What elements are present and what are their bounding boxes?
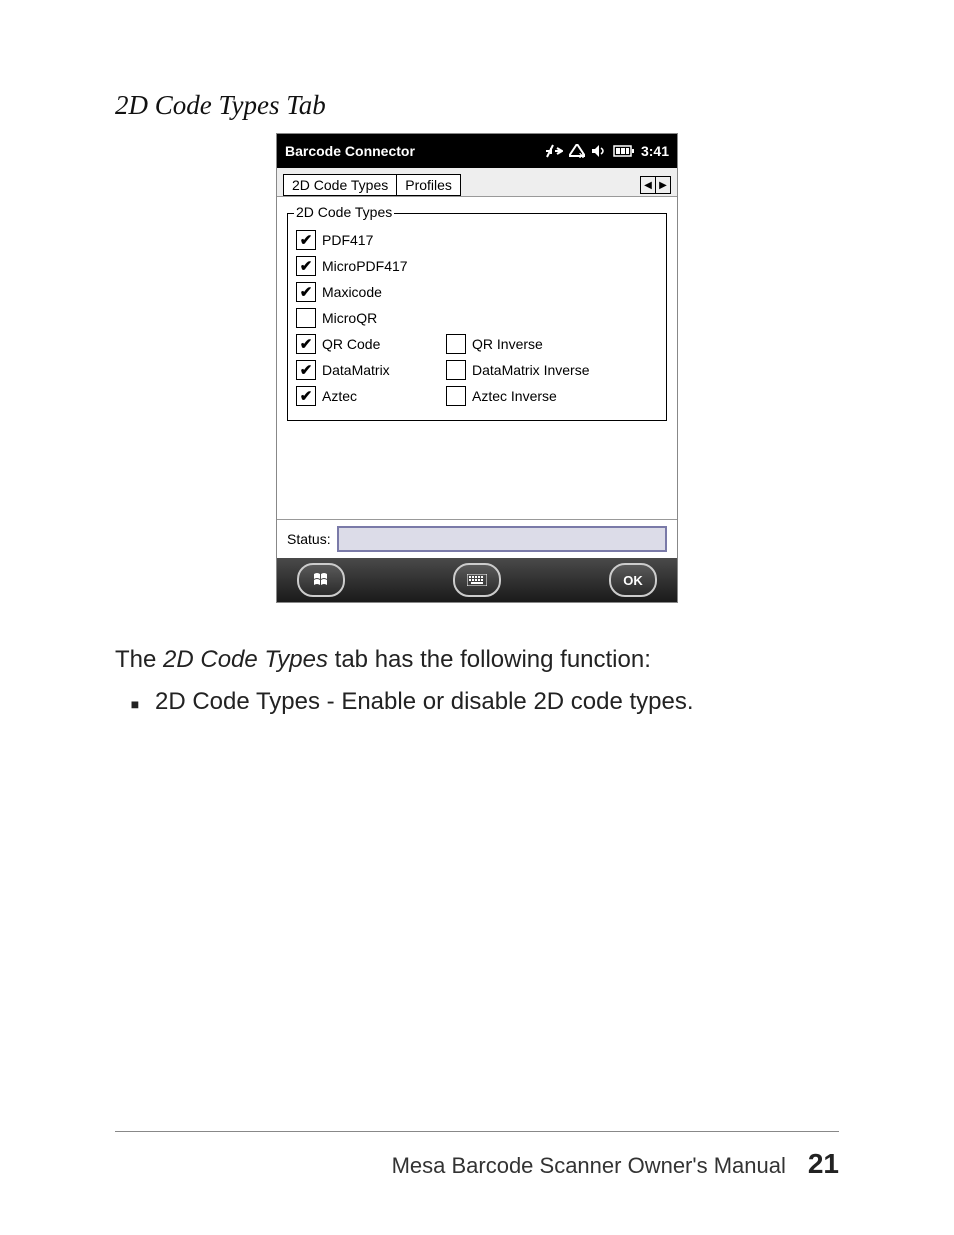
intro-suffix: tab has the following function: (328, 646, 651, 673)
battery-icon (613, 145, 635, 157)
groupbox-2d-code-types: 2D Code Types PDF417 MicroPDF417 (287, 213, 667, 421)
checkbox-label: Maxicode (322, 284, 382, 300)
start-button[interactable] (297, 563, 345, 597)
intro-text: The (115, 646, 163, 673)
checkbox-aztec-inverse[interactable] (446, 386, 466, 406)
intro-italic: 2D Code Types (163, 646, 328, 673)
checkbox-label: PDF417 (322, 232, 373, 248)
keyboard-button[interactable] (453, 563, 501, 597)
status-bar: Status: (277, 519, 677, 558)
device-screenshot: Barcode Connector x 3:41 2D Code Types P… (276, 133, 678, 603)
checkbox-qrcode[interactable] (296, 334, 316, 354)
page-footer: Mesa Barcode Scanner Owner's Manual 21 (115, 1131, 839, 1180)
list-item: ■ 2D Code Types - Enable or disable 2D c… (115, 685, 839, 719)
tab-scroll-right-icon[interactable]: ▶ (656, 177, 670, 193)
bullet-icon: ■ (115, 685, 155, 715)
ok-button[interactable]: OK (609, 563, 657, 597)
clock-time: 3:41 (641, 143, 669, 159)
windows-icon (312, 571, 330, 589)
checkbox-label: DataMatrix Inverse (472, 362, 589, 378)
status-icons-group: x 3:41 (545, 143, 669, 159)
window-titlebar: Barcode Connector x 3:41 (277, 134, 677, 168)
checkbox-qr-inverse[interactable] (446, 334, 466, 354)
bullet-list: ■ 2D Code Types - Enable or disable 2D c… (115, 685, 839, 719)
checkbox-label: DataMatrix (322, 362, 390, 378)
description-text: The 2D Code Types tab has the following … (115, 643, 839, 718)
tab-scroll-buttons[interactable]: ◀ ▶ (640, 176, 671, 194)
speaker-icon (591, 144, 607, 158)
status-label: Status: (287, 531, 331, 547)
checkbox-maxicode[interactable] (296, 282, 316, 302)
checkbox-label: QR Code (322, 336, 380, 352)
tab-scroll-left-icon[interactable]: ◀ (641, 177, 656, 193)
section-title: 2D Code Types Tab (115, 90, 839, 121)
checkbox-datamatrix[interactable] (296, 360, 316, 380)
manual-title: Mesa Barcode Scanner Owner's Manual (392, 1153, 786, 1179)
bullet-text: 2D Code Types - Enable or disable 2D cod… (155, 685, 694, 719)
tab-profiles[interactable]: Profiles (396, 174, 461, 196)
page-number: 21 (808, 1148, 839, 1180)
checkbox-label: Aztec Inverse (472, 388, 557, 404)
checkbox-aztec[interactable] (296, 386, 316, 406)
checkbox-datamatrix-inverse[interactable] (446, 360, 466, 380)
groupbox-label: 2D Code Types (294, 204, 394, 220)
svg-text:x: x (579, 150, 584, 158)
checkbox-label: MicroPDF417 (322, 258, 408, 274)
bottom-toolbar: OK (277, 558, 677, 602)
checkbox-pdf417[interactable] (296, 230, 316, 250)
tab-content: 2D Code Types PDF417 MicroPDF417 (277, 197, 677, 519)
keyboard-icon (467, 574, 487, 586)
connection-icon (545, 144, 563, 158)
checkbox-label: QR Inverse (472, 336, 543, 352)
tab-strip: 2D Code Types Profiles ◀ ▶ (277, 168, 677, 197)
window-title: Barcode Connector (285, 143, 545, 159)
checkbox-label: MicroQR (322, 310, 377, 326)
signal-icon: x (569, 144, 585, 158)
status-field (337, 526, 667, 552)
checkbox-label: Aztec (322, 388, 357, 404)
tab-2d-code-types[interactable]: 2D Code Types (283, 174, 397, 196)
checkbox-micropdf417[interactable] (296, 256, 316, 276)
checkbox-microqr[interactable] (296, 308, 316, 328)
